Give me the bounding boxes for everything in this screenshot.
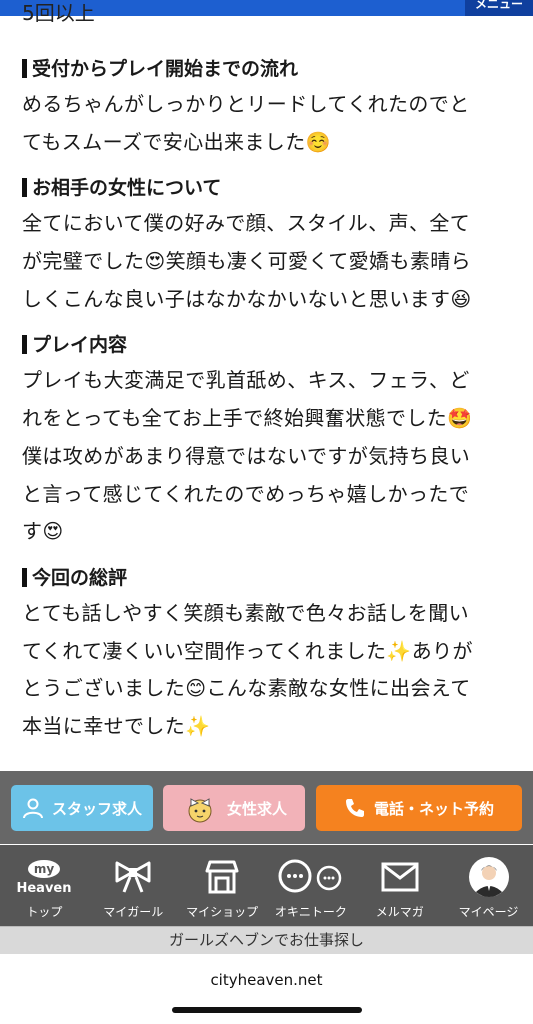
body-line: めるちゃんがしっかりとリードしてくれたのでと — [22, 92, 470, 116]
call-reserve-button[interactable]: 電話・ネット予約 — [316, 785, 522, 831]
heading-bar — [22, 178, 27, 198]
tab-label: マイガール — [103, 905, 164, 919]
floating-action-bar: スタッフ求人 女性求人 電話・ネット予約 — [0, 771, 533, 844]
shop-icon — [204, 856, 240, 898]
tab-mail-magazine[interactable]: メルマガ — [355, 845, 444, 926]
url-text[interactable]: cityheaven.net — [0, 954, 533, 1006]
section-flow: 受付からプレイ開始までの流れ めるちゃんがしっかりとリードしてくれたのでと ても… — [22, 52, 512, 161]
body-line: てもスムーズで安心出来ました☺️ — [22, 129, 331, 154]
body-line: れをとっても全てお上手で終始興奮状態でした🤩 — [22, 406, 473, 431]
body-line: が完璧でした😍笑顔も凄く可愛くて愛嬌も素晴ら — [22, 249, 472, 274]
person-icon — [22, 798, 43, 819]
mail-icon — [381, 856, 419, 898]
body-line: 本当に幸せでした✨ — [22, 713, 211, 738]
review-content: 受付からプレイ開始までの流れ めるちゃんがしっかりとリードしてくれたのでと ても… — [22, 52, 512, 756]
tab-okini-talk[interactable]: オキニトーク — [266, 845, 355, 926]
body-line: とても話しやすく笑顔も素敵で色々お話しを聞い — [22, 600, 469, 625]
section-heading: 今回の総評 — [22, 561, 512, 595]
body-line: しくこんな良い子はなかなかいないと思います😆 — [22, 286, 472, 311]
svg-text:Heaven: Heaven — [17, 881, 72, 896]
tab-label: マイショップ — [186, 905, 259, 919]
heading-bar — [22, 567, 27, 587]
user-avatar-icon — [468, 856, 510, 898]
body-line: す😍 — [22, 519, 64, 544]
heading-bar — [22, 335, 27, 355]
body-line: 全てにおいて僕の好みで顔、スタイル、声、全て — [22, 211, 471, 236]
body-line: と言って感じてくれたのでめっちゃ嬉しかったで — [22, 481, 470, 506]
tab-label: トップ — [26, 905, 63, 919]
phone-icon — [345, 799, 364, 817]
chat-bubbles-icon — [278, 856, 344, 898]
tab-my-shop[interactable]: マイショップ — [178, 845, 267, 926]
menu-button[interactable]: メニュー — [465, 0, 533, 16]
section-partner: お相手の女性について 全てにおいて僕の好みで顔、スタイル、声、全て が完璧でした… — [22, 171, 512, 318]
section-heading: プレイ内容 — [22, 328, 512, 362]
svg-text:my: my — [34, 862, 55, 876]
tab-my-page[interactable]: マイページ — [444, 845, 533, 926]
body-line: 僕は攻めがあまり得意ではないですが気持ち良い — [22, 443, 471, 468]
tab-my-girl[interactable]: マイガール — [89, 845, 178, 926]
section-play: プレイ内容 プレイも大変満足で乳首舐め、キス、フェラ、ど れをとっても全てお上手… — [22, 328, 512, 550]
bottom-tab-bar: my Heaven トップ マイガール マイショップ オキニトーク メルマガ マイ… — [0, 845, 533, 926]
female-recruit-button[interactable]: 女性求人 — [163, 785, 305, 831]
section-heading: 受付からプレイ開始までの流れ — [22, 52, 512, 86]
home-indicator[interactable] — [172, 1007, 362, 1013]
tab-label: オキニトーク — [274, 905, 347, 919]
body-line: とうございました😊こんな素敵な女性に出会えて — [22, 676, 471, 701]
tab-label: マイページ — [458, 905, 519, 919]
browser-url-bar: cityheaven.net — [0, 954, 533, 1024]
heading-bar — [22, 59, 27, 78]
staff-recruit-button[interactable]: スタッフ求人 — [11, 785, 153, 831]
section-summary: 今回の総評 とても話しやすく笑顔も素敵で色々お話しを聞い てくれて凄くいい空間作… — [22, 561, 512, 746]
my-heaven-logo-icon: my Heaven — [15, 856, 73, 898]
girls-heaven-job-link[interactable]: ガールズヘブンでお仕事探し — [0, 926, 533, 954]
ribbon-icon — [113, 856, 153, 898]
body-line: てくれて凄くいい空間作ってくれました✨ありが — [22, 638, 473, 663]
section-heading: お相手の女性について — [22, 171, 512, 205]
body-line: プレイも大変満足で乳首舐め、キス、フェラ、ど — [22, 368, 470, 393]
girl-character-icon — [188, 798, 212, 823]
tab-top[interactable]: my Heaven トップ — [0, 845, 89, 926]
tab-label: メルマガ — [375, 905, 424, 919]
